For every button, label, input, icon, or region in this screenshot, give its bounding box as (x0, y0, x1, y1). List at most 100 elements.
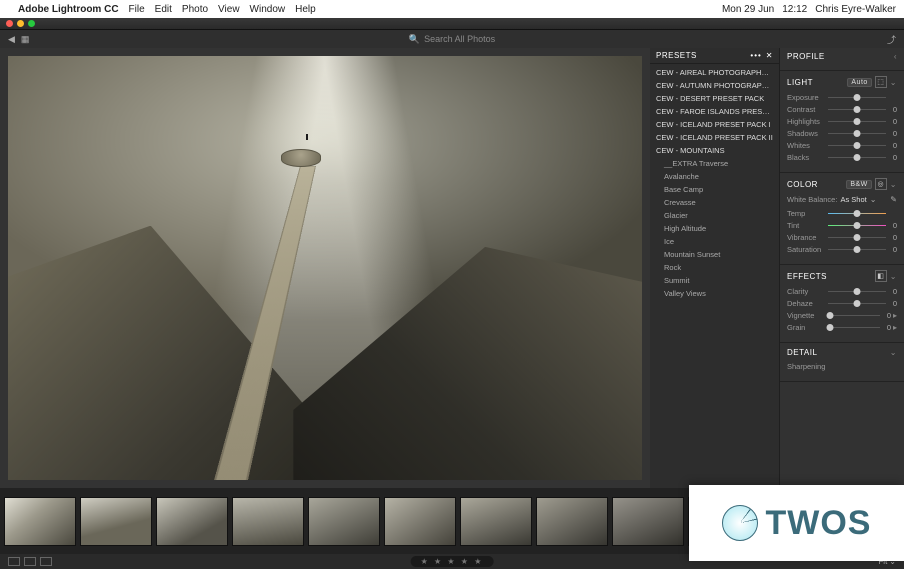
preset-item[interactable]: Summit (650, 274, 779, 287)
photo-canvas[interactable] (0, 48, 650, 488)
blacks-slider[interactable]: Blacks0 (787, 153, 897, 162)
effects-section: EFFECTS ◧ ⌄ Clarity0 Dehaze0 Vignette0▸ … (780, 265, 904, 343)
preset-item[interactable]: Glacier (650, 209, 779, 222)
tint-slider[interactable]: Tint0 (787, 221, 897, 230)
preset-pack[interactable]: CEW - AIREAL PHOTOGRAPHY PRESET P. (650, 66, 779, 79)
menu-photo[interactable]: Photo (182, 4, 208, 15)
detail-view-icon[interactable] (40, 557, 52, 566)
contrast-slider[interactable]: Contrast0 (787, 105, 897, 114)
menu-view[interactable]: View (218, 4, 240, 15)
thumbnail[interactable] (612, 497, 684, 546)
chevron-down-icon[interactable]: ⌄ (890, 272, 897, 281)
saturation-slider[interactable]: Saturation0 (787, 245, 897, 254)
photo (8, 56, 642, 480)
temp-slider[interactable]: Temp (787, 209, 897, 218)
highlights-slider[interactable]: Highlights0 (787, 117, 897, 126)
wb-label: White Balance: (787, 195, 837, 204)
wb-select[interactable]: As Shot (840, 195, 866, 204)
menu-edit[interactable]: Edit (155, 4, 172, 15)
macos-menubar: Adobe Lightroom CC File Edit Photo View … (0, 0, 904, 18)
chevron-left-icon[interactable]: ‹ (894, 52, 897, 61)
shadows-slider[interactable]: Shadows0 (787, 129, 897, 138)
vignette-slider[interactable]: Vignette0▸ (787, 311, 897, 320)
window-titlebar (0, 18, 904, 30)
color-mixer-icon[interactable]: ◎ (875, 178, 887, 190)
status-user: Chris Eyre-Walker (815, 4, 896, 15)
preset-item[interactable]: Base Camp (650, 183, 779, 196)
close-window-button[interactable] (6, 20, 13, 27)
expand-icon[interactable]: ▸ (893, 323, 897, 332)
square-view-icon[interactable] (24, 557, 36, 566)
preset-item[interactable]: Ice (650, 235, 779, 248)
terrain-right (293, 247, 642, 480)
right-sidebar: PRESETS ••• ✕ CEW - AIREAL PHOTOGRAPHY P… (650, 48, 904, 488)
light-section: LIGHT Auto ⬚ ⌄ Exposure Contrast0 Highli… (780, 71, 904, 173)
expand-icon[interactable]: ▸ (893, 311, 897, 320)
search-icon: 🔍 (409, 34, 420, 45)
preset-item[interactable]: Valley Views (650, 287, 779, 300)
share-icon[interactable]: ⤴ (887, 33, 896, 46)
thumbnail[interactable] (384, 497, 456, 546)
preset-item[interactable]: Avalanche (650, 170, 779, 183)
minimize-window-button[interactable] (17, 20, 24, 27)
preset-pack[interactable]: CEW - ICELAND PRESET PACK I (650, 118, 779, 131)
chevron-down-icon[interactable]: ⌄ (890, 180, 897, 189)
presets-menu-icon[interactable]: ••• (750, 51, 761, 60)
bw-button[interactable]: B&W (846, 180, 871, 189)
search-field[interactable]: 🔍 Search All Photos (409, 34, 495, 45)
my-photos-icon[interactable]: ▦ (21, 34, 30, 45)
whites-slider[interactable]: Whites0 (787, 141, 897, 150)
presets-header: PRESETS ••• ✕ (650, 48, 779, 64)
viewpoint-tower (281, 149, 321, 167)
menu-window[interactable]: Window (250, 4, 286, 15)
split-toning-icon[interactable]: ◧ (875, 270, 887, 282)
chevron-down-icon[interactable]: ⌄ (890, 78, 897, 87)
star-rating[interactable]: ★ ★ ★ ★ ★ (411, 556, 494, 567)
sharpening-slider[interactable]: Sharpening (787, 362, 897, 371)
edit-controls: PROFILE ‹ LIGHT Auto ⬚ ⌄ Exposure Contra… (780, 48, 904, 488)
preset-pack-expanded[interactable]: CEW - MOUNTAINS (650, 144, 779, 157)
preset-pack[interactable]: CEW - FAROE ISLANDS PRESET PACK (650, 105, 779, 118)
color-title: COLOR (787, 180, 818, 189)
preset-item[interactable]: Crevasse (650, 196, 779, 209)
thumbnail[interactable] (308, 497, 380, 546)
maximize-window-button[interactable] (28, 20, 35, 27)
home-icon[interactable]: ◀ (8, 34, 15, 45)
thumbnail[interactable] (4, 497, 76, 546)
white-balance-row: White Balance: As Shot ⌄ ✎ (787, 195, 897, 204)
chevron-down-icon[interactable]: ⌄ (890, 348, 897, 357)
traffic-lights (6, 20, 35, 27)
preset-item[interactable]: __EXTRA Traverse (650, 157, 779, 170)
eyedropper-icon[interactable]: ✎ (890, 195, 897, 204)
preset-pack[interactable]: CEW - DESERT PRESET PACK (650, 92, 779, 105)
presets-panel: PRESETS ••• ✕ CEW - AIREAL PHOTOGRAPHY P… (650, 48, 780, 488)
clarity-slider[interactable]: Clarity0 (787, 287, 897, 296)
exposure-slider[interactable]: Exposure (787, 93, 897, 102)
tone-curve-icon[interactable]: ⬚ (875, 76, 887, 88)
preset-item[interactable]: High Altitude (650, 222, 779, 235)
thumbnail[interactable] (80, 497, 152, 546)
grain-slider[interactable]: Grain0▸ (787, 323, 897, 332)
app-name[interactable]: Adobe Lightroom CC (18, 4, 119, 15)
grid-view-icon[interactable] (8, 557, 20, 566)
app-toolbar: ◀ ▦ 🔍 Search All Photos ⤴ (0, 30, 904, 48)
thumbnail[interactable] (460, 497, 532, 546)
vibrance-slider[interactable]: Vibrance0 (787, 233, 897, 242)
thumbnail[interactable] (156, 497, 228, 546)
thumbnail[interactable] (232, 497, 304, 546)
auto-button[interactable]: Auto (847, 78, 871, 87)
menu-file[interactable]: File (129, 4, 145, 15)
watermark-text: TWOS (766, 504, 872, 543)
preset-item[interactable]: Rock (650, 261, 779, 274)
preset-pack[interactable]: CEW - AUTUMN PHOTOGRAPHY PRESET (650, 79, 779, 92)
dehaze-slider[interactable]: Dehaze0 (787, 299, 897, 308)
detail-title: DETAIL (787, 348, 817, 357)
chevron-down-icon[interactable]: ⌄ (870, 195, 877, 204)
color-section: COLOR B&W ◎ ⌄ White Balance: As Shot ⌄ ✎… (780, 173, 904, 265)
preset-pack[interactable]: CEW - ICELAND PRESET PACK II (650, 131, 779, 144)
menu-help[interactable]: Help (295, 4, 316, 15)
thumbnail[interactable] (536, 497, 608, 546)
effects-title: EFFECTS (787, 272, 827, 281)
presets-close-icon[interactable]: ✕ (766, 51, 773, 60)
preset-item[interactable]: Mountain Sunset (650, 248, 779, 261)
